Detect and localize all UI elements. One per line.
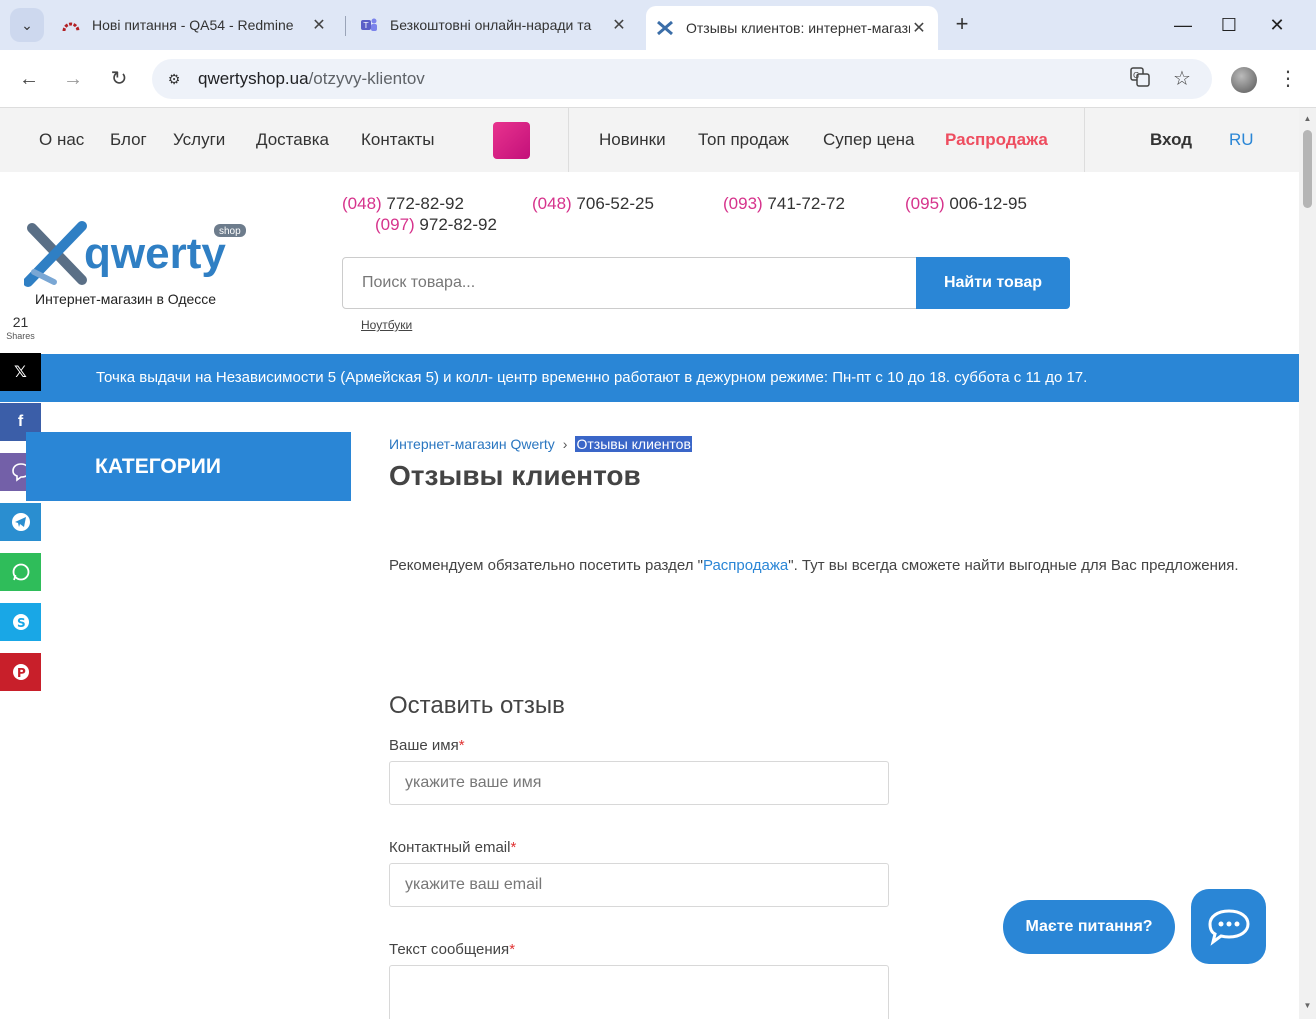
- nav-link-contacts[interactable]: Контакты: [361, 130, 434, 150]
- phone-number[interactable]: (097) 972-82-92: [375, 215, 497, 235]
- site-logo[interactable]: qwerty shop: [23, 220, 254, 300]
- close-icon[interactable]: ✕: [610, 15, 628, 35]
- new-tab-button[interactable]: +: [948, 10, 976, 38]
- minimize-button[interactable]: —: [1168, 10, 1198, 40]
- review-form-title: Оставить отзыв: [389, 692, 565, 719]
- search-button[interactable]: Найти товар: [916, 257, 1070, 309]
- close-icon[interactable]: ✕: [910, 18, 928, 38]
- logo-subtitle: Интернет-магазин в Одессе: [35, 291, 217, 307]
- logo-badge: shop: [219, 226, 241, 237]
- url-text: qwertyshop.ua/otzyvy-klientov: [198, 69, 425, 88]
- page-viewport: О нас Блог Услуги Доставка Контакты Нови…: [0, 108, 1299, 1019]
- phone-number[interactable]: (095) 006-12-95: [905, 194, 1027, 214]
- browser-tab-teams[interactable]: T Безкоштовні онлайн-наради та ✕: [350, 8, 638, 42]
- scroll-up-icon[interactable]: ▲: [1302, 114, 1313, 123]
- tab-title: Нові питання - QA54 - Redmine: [92, 17, 294, 33]
- redmine-icon: [62, 16, 80, 34]
- nav-link-services[interactable]: Услуги: [173, 130, 225, 150]
- nav-link-sale[interactable]: Распродажа: [945, 130, 1048, 150]
- maximize-button[interactable]: ☐: [1214, 10, 1244, 40]
- phone-number[interactable]: (093) 741-72-72: [723, 194, 845, 214]
- close-window-button[interactable]: ✕: [1262, 10, 1292, 40]
- translate-icon[interactable]: G: [1128, 67, 1152, 91]
- page-scrollbar[interactable]: ▲ ▼: [1299, 108, 1316, 1019]
- phone-number[interactable]: (048) 706-52-25: [532, 194, 654, 214]
- reload-button[interactable]: ↻: [104, 64, 134, 94]
- browser-tab-bar: ⌄ Нові питання - QA54 - Redmine ✕ T Безк…: [0, 0, 1316, 50]
- top-navigation: О нас Блог Услуги Доставка Контакты Нови…: [0, 108, 1299, 172]
- browser-menu-icon[interactable]: ⋮: [1278, 64, 1298, 94]
- skype-share-icon[interactable]: S: [0, 603, 41, 641]
- categories-toggle[interactable]: КАТЕГОРИИ: [26, 432, 351, 501]
- whatsapp-share-icon[interactable]: [0, 553, 41, 591]
- message-textarea[interactable]: [389, 965, 889, 1019]
- breadcrumb: Интернет-магазин Qwerty › Отзывы клиентов: [389, 436, 692, 452]
- search-hint-link[interactable]: Ноутбуки: [361, 318, 412, 332]
- scroll-down-icon[interactable]: ▼: [1302, 1001, 1313, 1010]
- svg-text:S: S: [17, 616, 26, 630]
- email-input[interactable]: укажите ваш email: [389, 863, 889, 907]
- language-switch[interactable]: RU: [1229, 130, 1254, 150]
- nav-link-super-price[interactable]: Супер цена: [823, 130, 914, 150]
- message-label: Текст сообщения*: [389, 941, 516, 958]
- chevron-right-icon: ›: [562, 436, 568, 452]
- address-bar[interactable]: ⚙ qwertyshop.ua/otzyvy-klientov G ☆: [152, 59, 1212, 99]
- sale-link[interactable]: Распродажа: [703, 557, 788, 574]
- breadcrumb-home-link[interactable]: Интернет-магазин Qwerty: [389, 436, 555, 452]
- page-title: Отзывы клиентов: [389, 460, 641, 491]
- back-button[interactable]: ←: [14, 64, 44, 94]
- tab-title: Безкоштовні онлайн-наради та: [390, 17, 592, 33]
- profile-avatar[interactable]: [1231, 67, 1257, 93]
- x-share-icon[interactable]: 𝕏: [0, 353, 41, 391]
- tab-title: Отзывы клиентов: интернет-магазин: [686, 20, 910, 36]
- chat-question-bubble[interactable]: Маєте питання?: [1003, 900, 1175, 954]
- qwerty-favicon: [656, 19, 674, 37]
- breadcrumb-current: Отзывы клиентов: [575, 436, 692, 452]
- browser-tab-redmine[interactable]: Нові питання - QA54 - Redmine ✕: [52, 8, 338, 42]
- close-icon[interactable]: ✕: [310, 15, 328, 35]
- tab-separator: [345, 16, 346, 36]
- teams-icon: T: [360, 16, 378, 34]
- nav-link-top-sales[interactable]: Топ продаж: [698, 130, 789, 150]
- intro-text: Рекомендуем обязательно посетить раздел …: [389, 557, 1239, 574]
- nav-divider: [568, 108, 569, 172]
- phone-number[interactable]: (048) 772-82-92: [342, 194, 464, 214]
- chat-icon: [1207, 908, 1250, 946]
- logo-wordmark: qwerty: [84, 229, 226, 278]
- info-banner: Точка выдачи на Независимости 5 (Армейск…: [0, 354, 1299, 402]
- chat-open-button[interactable]: [1191, 889, 1266, 964]
- nav-link-about[interactable]: О нас: [39, 130, 84, 150]
- email-label: Контактный email*: [389, 839, 517, 856]
- nav-link-blog[interactable]: Блог: [110, 130, 147, 150]
- search-input[interactable]: Поиск товара...: [342, 257, 918, 309]
- scrollbar-thumb[interactable]: [1303, 130, 1312, 208]
- telegram-share-icon[interactable]: [0, 503, 41, 541]
- svg-text:P: P: [17, 666, 26, 680]
- shares-count: 21: [12, 314, 29, 330]
- promo-icon[interactable]: [493, 122, 530, 159]
- browser-toolbar: ← → ↻ ⚙ qwertyshop.ua/otzyvy-klientov G …: [0, 50, 1316, 108]
- forward-button[interactable]: →: [58, 64, 88, 94]
- tab-search-button[interactable]: ⌄: [10, 8, 44, 42]
- pinterest-share-icon[interactable]: P: [0, 653, 41, 691]
- site-info-icon[interactable]: ⚙: [162, 67, 186, 91]
- browser-tab-active[interactable]: Отзывы клиентов: интернет-магазин ✕: [646, 6, 938, 50]
- name-input[interactable]: укажите ваше имя: [389, 761, 889, 805]
- nav-divider: [1084, 108, 1085, 172]
- name-label: Ваше имя*: [389, 737, 465, 754]
- login-link[interactable]: Вход: [1150, 130, 1192, 150]
- nav-link-new[interactable]: Новинки: [599, 130, 666, 150]
- bookmark-star-icon[interactable]: ☆: [1170, 67, 1194, 91]
- svg-text:T: T: [363, 21, 369, 30]
- svg-text:G: G: [1133, 71, 1139, 80]
- shares-label: Shares: [6, 331, 35, 341]
- nav-link-delivery[interactable]: Доставка: [256, 130, 329, 150]
